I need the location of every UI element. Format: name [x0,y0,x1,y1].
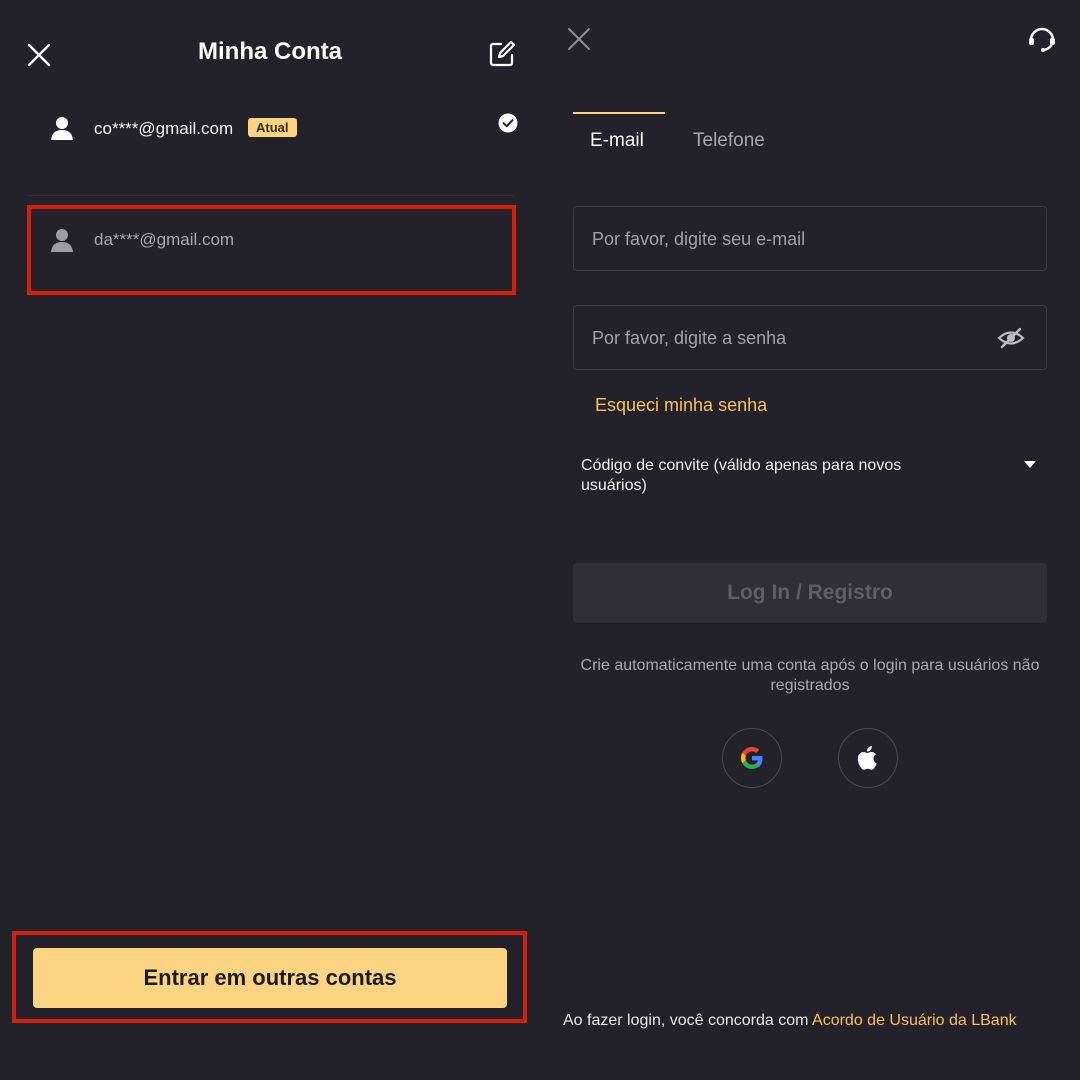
email-field [573,206,1047,272]
my-account-panel: Minha Conta co****@gmail.com Atual da***… [0,0,540,1080]
terms-text: Ao fazer login, você concorda com Acordo… [563,1012,1017,1030]
apple-icon [857,746,877,770]
edit-icon [489,40,516,67]
close-button[interactable] [564,24,594,54]
password-field [573,305,1047,371]
invite-code-toggle[interactable]: Código de convite (válido apenas para no… [581,456,911,496]
google-login-button[interactable] [722,728,782,788]
page-title: Minha Conta [198,38,342,65]
email-input[interactable] [590,207,974,272]
terms-prefix: Ao fazer login, você concorda com [563,1012,809,1029]
auto-account-note: Crie automaticamente uma conta após o lo… [580,657,1040,694]
terms-link[interactable]: Acordo de Usuário da LBank [812,1012,1017,1029]
forgot-password-link[interactable]: Esqueci minha senha [595,395,767,416]
toggle-visibility-button[interactable] [994,324,1028,352]
current-badge: Atual [248,118,297,137]
support-button[interactable] [1025,22,1059,56]
eye-off-icon [997,327,1025,349]
highlight-box [12,931,527,1023]
password-input[interactable] [590,306,974,371]
user-icon [51,117,73,140]
google-icon [741,747,763,769]
apple-login-button[interactable] [838,728,898,788]
caret-down-icon[interactable] [1023,460,1037,470]
highlight-box [27,205,516,295]
check-circle-icon [498,113,518,133]
headset-icon [1029,27,1055,52]
account-row-current[interactable]: co****@gmail.com Atual [28,93,518,163]
tab-phone[interactable]: Telefone [693,130,765,152]
divider [28,195,514,196]
active-tab-indicator [573,112,665,114]
edit-button[interactable] [486,38,518,70]
account-email: co****@gmail.com [94,119,234,138]
login-button[interactable]: Log In / Registro [573,563,1047,623]
close-icon [568,28,590,50]
tab-email[interactable]: E-mail [590,130,644,152]
